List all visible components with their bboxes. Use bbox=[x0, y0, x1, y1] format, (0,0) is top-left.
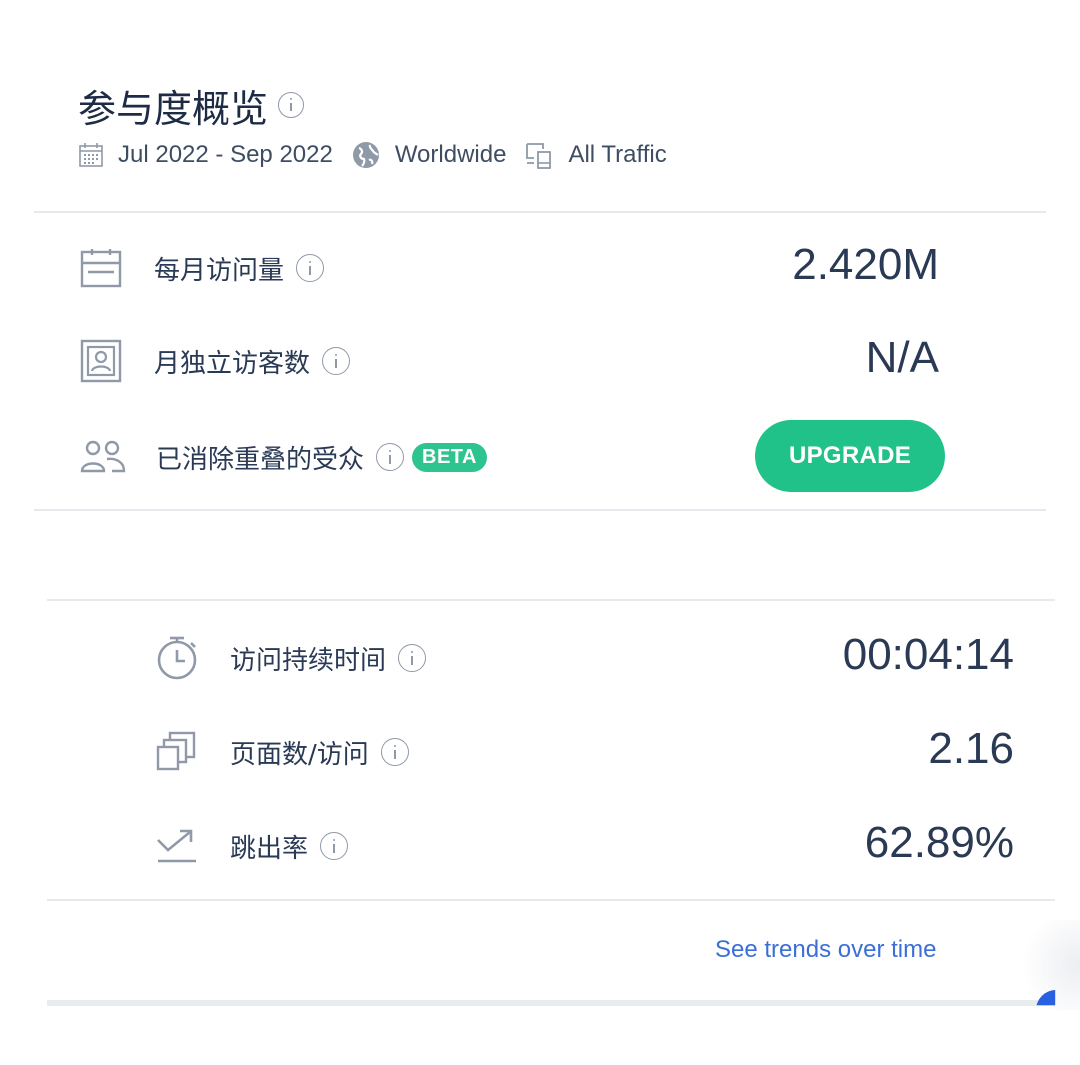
metric-label: 跳出率 bbox=[230, 833, 309, 864]
metric-row-visit-duration: 访问持续时间 bbox=[156, 628, 427, 688]
visit-duration-value: 00:04:14 bbox=[842, 630, 1014, 679]
people-icon bbox=[80, 434, 126, 480]
unique-visitors-value: N/A bbox=[865, 333, 939, 382]
stopwatch-icon bbox=[156, 635, 202, 681]
visitor-badge-icon bbox=[80, 338, 126, 384]
metric-row-monthly-visits: 每月访问量 bbox=[80, 238, 325, 298]
monthly-visits-info-icon[interactable] bbox=[296, 254, 325, 282]
beta-badge: BETA bbox=[412, 442, 487, 472]
traffic-type: All Traffic bbox=[568, 141, 667, 168]
calendar-small-icon bbox=[78, 142, 104, 168]
visit-duration-info-icon[interactable] bbox=[398, 644, 427, 672]
section1-divider bbox=[34, 509, 1046, 511]
metric-label: 月独立访客数 bbox=[154, 348, 311, 379]
see-trends-link[interactable]: See trends over time bbox=[715, 936, 936, 964]
engagement-overview-panel: 参与度概览 Jul 2022 - Sep 2022 Worldwide All … bbox=[0, 0, 1080, 1065]
metric-row-deduplicated-audience: 已消除重叠的受众 BETA bbox=[80, 427, 487, 487]
metric-row-unique-visitors: 月独立访客数 bbox=[80, 331, 351, 391]
title-info-icon[interactable] bbox=[278, 92, 305, 118]
globe-icon bbox=[351, 140, 381, 170]
monthly-visits-value: 2.420M bbox=[792, 240, 939, 289]
panel-header: 参与度概览 Jul 2022 - Sep 2022 Worldwide All … bbox=[78, 80, 685, 172]
bounce-icon bbox=[156, 823, 202, 869]
metric-row-bounce-rate: 跳出率 bbox=[156, 816, 349, 876]
bottom-bar bbox=[47, 1000, 1055, 1006]
pages-icon bbox=[156, 729, 202, 775]
section2-bottom-divider bbox=[47, 899, 1055, 901]
header-divider bbox=[34, 211, 1046, 213]
region: Worldwide bbox=[394, 141, 507, 168]
title-row: 参与度概览 bbox=[78, 80, 685, 131]
dedup-audience-info-icon[interactable] bbox=[376, 443, 405, 471]
bounce-rate-value: 62.89% bbox=[864, 818, 1014, 867]
bounce-rate-info-icon[interactable] bbox=[320, 832, 349, 860]
metric-label: 每月访问量 bbox=[154, 255, 285, 286]
metric-label: 页面数/访问 bbox=[230, 739, 369, 770]
devices-icon bbox=[524, 140, 554, 170]
upgrade-button[interactable]: UPGRADE bbox=[755, 420, 945, 492]
metric-label: 访问持续时间 bbox=[230, 645, 387, 676]
unique-visitors-info-icon[interactable] bbox=[322, 347, 351, 375]
pages-per-visit-value: 2.16 bbox=[928, 724, 1014, 773]
section2-top-divider bbox=[47, 599, 1055, 601]
pages-per-visit-info-icon[interactable] bbox=[380, 738, 409, 766]
date-range: Jul 2022 - Sep 2022 bbox=[118, 141, 333, 168]
page-title: 参与度概览 bbox=[78, 86, 269, 131]
calendar-icon bbox=[80, 245, 126, 291]
filter-meta-row: Jul 2022 - Sep 2022 Worldwide All Traffi… bbox=[78, 138, 685, 172]
metric-label: 已消除重叠的受众 bbox=[156, 444, 365, 475]
metric-row-pages-per-visit: 页面数/访问 bbox=[156, 722, 409, 782]
